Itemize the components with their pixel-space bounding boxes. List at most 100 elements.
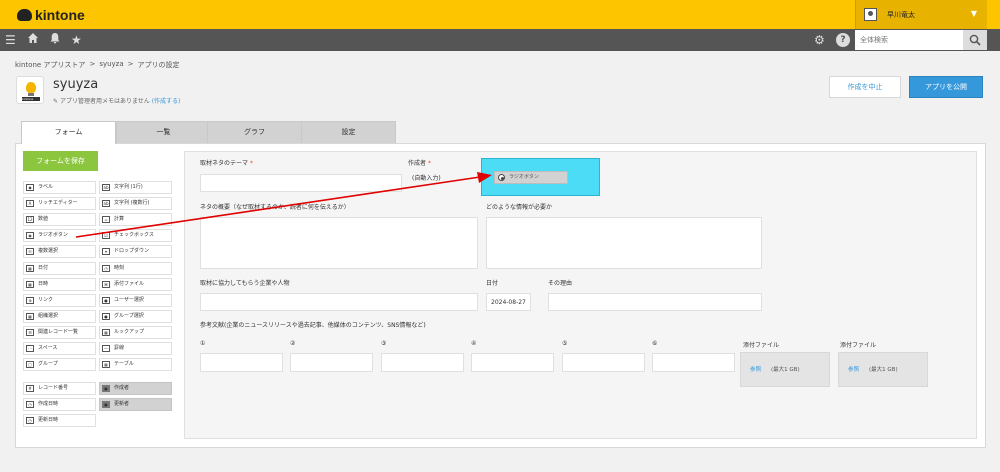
- reference-input-5[interactable]: [562, 353, 645, 372]
- palette-item-border[interactable]: — 罫線: [99, 342, 172, 355]
- field-label-topic: 取材ネタのテーマ *: [200, 160, 253, 167]
- ref-marker-6: ⑥: [652, 340, 658, 347]
- palette-item-created-at[interactable]: ◷ 作成日時: [23, 398, 96, 411]
- palette-item-calc[interactable]: = 計算: [99, 213, 172, 227]
- palette-item-time[interactable]: ◷ 時刻: [99, 261, 172, 275]
- palette-item-record-number[interactable]: # レコード番号: [23, 382, 96, 395]
- breadcrumb-app[interactable]: syuyza: [99, 60, 123, 70]
- field-label-attachment-1: 添付ファイル: [743, 342, 780, 349]
- browse-link-2[interactable]: 参照: [848, 367, 859, 373]
- field-label-date: 日付: [486, 280, 499, 287]
- search-button[interactable]: [963, 30, 987, 50]
- reference-input-2[interactable]: [290, 353, 373, 372]
- palette-item-number[interactable]: 12 数値: [23, 213, 96, 227]
- palette-item-lookup[interactable]: ▦ ルックアップ: [99, 325, 172, 339]
- reference-input-1[interactable]: [200, 353, 283, 372]
- reason-input[interactable]: [548, 293, 762, 311]
- palette-item-label: 日時: [38, 280, 49, 287]
- breadcrumb: kintone アプリストア > syuyza > アプリの設定: [15, 60, 180, 70]
- palette-item-user-select[interactable]: ● ユーザー選択: [99, 293, 172, 307]
- palette-item-label[interactable]: ◆ ラベル: [23, 181, 96, 194]
- home-icon[interactable]: [27, 32, 39, 48]
- palette-item-group[interactable]: ▢ グループ: [23, 358, 96, 372]
- memo-icon: ✎: [53, 98, 59, 105]
- created-at-icon: ◷: [26, 401, 34, 408]
- related-records-icon: ☰: [26, 328, 34, 336]
- palette-item-multi-select[interactable]: ☷ 複数選択: [23, 245, 96, 259]
- palette-item-dropdown[interactable]: ▾ ドロップダウン: [99, 245, 172, 259]
- palette-item-radio-button[interactable]: ◉ ラジオボタン: [23, 229, 96, 243]
- palette-item-label: 文字列 (1行): [114, 184, 143, 190]
- kintone-logo[interactable]: kintone: [17, 7, 85, 23]
- palette-item-label: 更新日時: [38, 417, 59, 423]
- palette-item-datetime[interactable]: ▦ 日時: [23, 277, 96, 291]
- radio-button-icon: ◉: [26, 232, 34, 240]
- palette-item-label: リンク: [38, 296, 54, 303]
- global-search-input[interactable]: [855, 30, 963, 50]
- field-label-attachment-2: 添付ファイル: [840, 342, 877, 349]
- palette-item-space[interactable]: ⋯ スペース: [23, 342, 96, 355]
- app-memo: ✎ アプリ管理者用メモはありません (作成する): [53, 96, 180, 105]
- palette-item-rich-editor[interactable]: A リッチエディター: [23, 197, 96, 211]
- notification-bell-icon[interactable]: [49, 32, 61, 48]
- palette-item-checkbox[interactable]: ☑ チェックボックス: [99, 229, 172, 243]
- lookup-icon: ▦: [102, 328, 110, 336]
- tab-settings[interactable]: 設定: [301, 121, 396, 143]
- save-form-button[interactable]: フォームを保存: [23, 151, 98, 171]
- publish-app-button[interactable]: アプリを公開: [909, 76, 983, 98]
- datetime-icon: ▦: [26, 280, 34, 288]
- hamburger-menu-icon[interactable]: ☰: [5, 32, 16, 48]
- label-icon: ◆: [26, 184, 34, 191]
- palette-item-label: ラベル: [38, 184, 54, 190]
- company-input[interactable]: [200, 293, 478, 311]
- create-memo-link[interactable]: (作成する): [152, 98, 181, 105]
- reference-input-3[interactable]: [381, 353, 464, 372]
- date-input[interactable]: 2024-08-27: [486, 293, 531, 311]
- palette-item-creator[interactable]: ● 作成者: [99, 382, 172, 395]
- summary-textarea[interactable]: [200, 217, 478, 269]
- palette-item-org-select[interactable]: ▦ 組織選択: [23, 309, 96, 323]
- radio-button-icon: [498, 174, 505, 181]
- palette-item-label: グループ選択: [114, 312, 144, 319]
- lightbulb-icon: [26, 82, 36, 93]
- palette-item-related-records[interactable]: ☰ 関連レコード一覧: [23, 325, 96, 339]
- palette-item-label: 更新者: [114, 401, 130, 407]
- breadcrumb-app-store[interactable]: kintone アプリストア: [15, 60, 85, 70]
- user-menu[interactable]: 早川竜太 ▼: [855, 0, 987, 29]
- palette-item-date[interactable]: ▦ 日付: [23, 261, 96, 275]
- palette-item-link[interactable]: ⊕ リンク: [23, 293, 96, 307]
- tab-graph[interactable]: グラフ: [207, 121, 302, 143]
- attachment-field-1: 参照 (最大1 GB): [740, 352, 830, 387]
- ref-marker-3: ③: [381, 340, 387, 347]
- field-label-reason: その理由: [548, 280, 573, 287]
- palette-item-label: ユーザー選択: [114, 296, 144, 303]
- group-select-icon: ●: [102, 312, 110, 320]
- palette-item-text-multi[interactable]: ab 文字列 (複数行): [99, 197, 172, 211]
- tab-list[interactable]: 一覧: [116, 121, 211, 143]
- time-icon: ◷: [102, 264, 110, 272]
- breadcrumb-separator: >: [89, 60, 96, 68]
- palette-item-modifier[interactable]: ● 更新者: [99, 398, 172, 411]
- info-needed-textarea[interactable]: [486, 217, 762, 269]
- palette-item-attachment[interactable]: ⌘ 添付ファイル: [99, 277, 172, 291]
- browse-link-1[interactable]: 参照: [750, 367, 761, 373]
- help-icon[interactable]: ?: [836, 33, 850, 47]
- org-select-icon: ▦: [26, 312, 34, 320]
- gear-icon[interactable]: ⚙: [814, 32, 825, 48]
- palette-item-label: 計算: [114, 216, 125, 223]
- cancel-creation-button[interactable]: 作成を中止: [829, 76, 901, 98]
- palette-item-label: チェックボックス: [114, 232, 154, 239]
- tab-form[interactable]: フォーム: [21, 121, 116, 144]
- reference-input-6[interactable]: [652, 353, 735, 372]
- user-select-icon: ●: [102, 296, 110, 304]
- reference-input-4[interactable]: [471, 353, 554, 372]
- palette-item-table[interactable]: ▦ テーブル: [99, 358, 172, 372]
- dragged-radio-button-field[interactable]: ラジオボタン: [494, 171, 568, 184]
- palette-item-group-select[interactable]: ● グループ選択: [99, 309, 172, 323]
- attachment-field-2: 参照 (最大1 GB): [838, 352, 928, 387]
- favorites-star-icon[interactable]: ★: [71, 32, 82, 48]
- topic-input[interactable]: [200, 174, 402, 192]
- palette-item-text-single[interactable]: ab 文字列 (1行): [99, 181, 172, 194]
- palette-item-label: 複数選択: [38, 248, 59, 255]
- palette-item-updated-at[interactable]: ◷ 更新日時: [23, 414, 96, 427]
